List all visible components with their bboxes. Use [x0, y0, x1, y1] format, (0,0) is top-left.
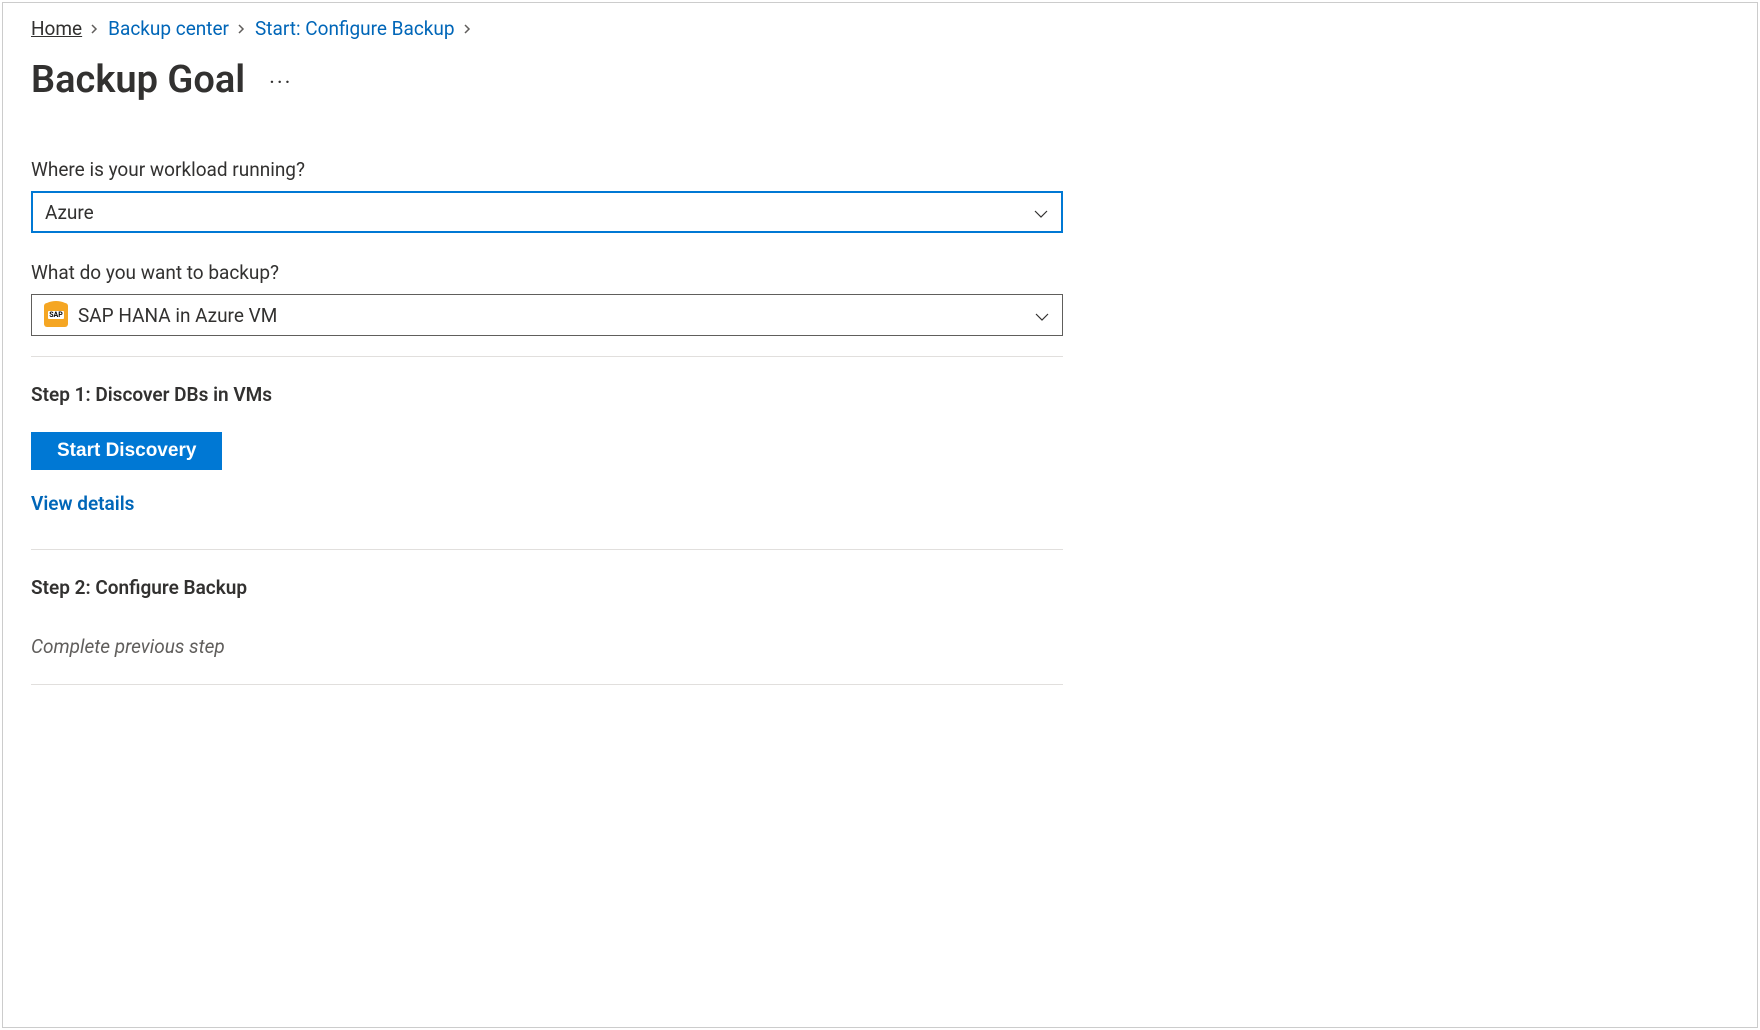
- breadcrumb: Home Backup center Start: Configure Back…: [31, 17, 1729, 40]
- chevron-down-icon: [1034, 307, 1050, 323]
- breadcrumb-home[interactable]: Home: [31, 17, 82, 40]
- divider: [31, 356, 1063, 357]
- workload-value: Azure: [45, 201, 94, 224]
- page-title: Backup Goal: [31, 58, 245, 102]
- chevron-down-icon: [1033, 204, 1049, 220]
- step2-title: Step 2: Configure Backup: [31, 576, 1063, 599]
- sap-hana-icon: SAP: [44, 303, 68, 327]
- breadcrumb-start-configure[interactable]: Start: Configure Backup: [255, 17, 455, 40]
- backup-type-label: What do you want to backup?: [31, 261, 1063, 284]
- start-discovery-button[interactable]: Start Discovery: [31, 432, 222, 470]
- chevron-right-icon: [463, 19, 473, 38]
- breadcrumb-backup-center[interactable]: Backup center: [108, 17, 229, 40]
- chevron-right-icon: [237, 19, 247, 38]
- view-details-link[interactable]: View details: [31, 492, 134, 515]
- step2-message: Complete previous step: [31, 635, 1063, 658]
- backup-type-dropdown[interactable]: SAP SAP HANA in Azure VM: [31, 294, 1063, 336]
- divider: [31, 684, 1063, 685]
- divider: [31, 549, 1063, 550]
- chevron-right-icon: [90, 19, 100, 38]
- workload-label: Where is your workload running?: [31, 158, 1063, 181]
- more-actions-icon[interactable]: ···: [269, 65, 292, 95]
- workload-dropdown[interactable]: Azure: [31, 191, 1063, 233]
- title-row: Backup Goal ···: [31, 58, 1729, 102]
- step1-title: Step 1: Discover DBs in VMs: [31, 383, 1063, 406]
- backup-type-value: SAP HANA in Azure VM: [78, 304, 277, 327]
